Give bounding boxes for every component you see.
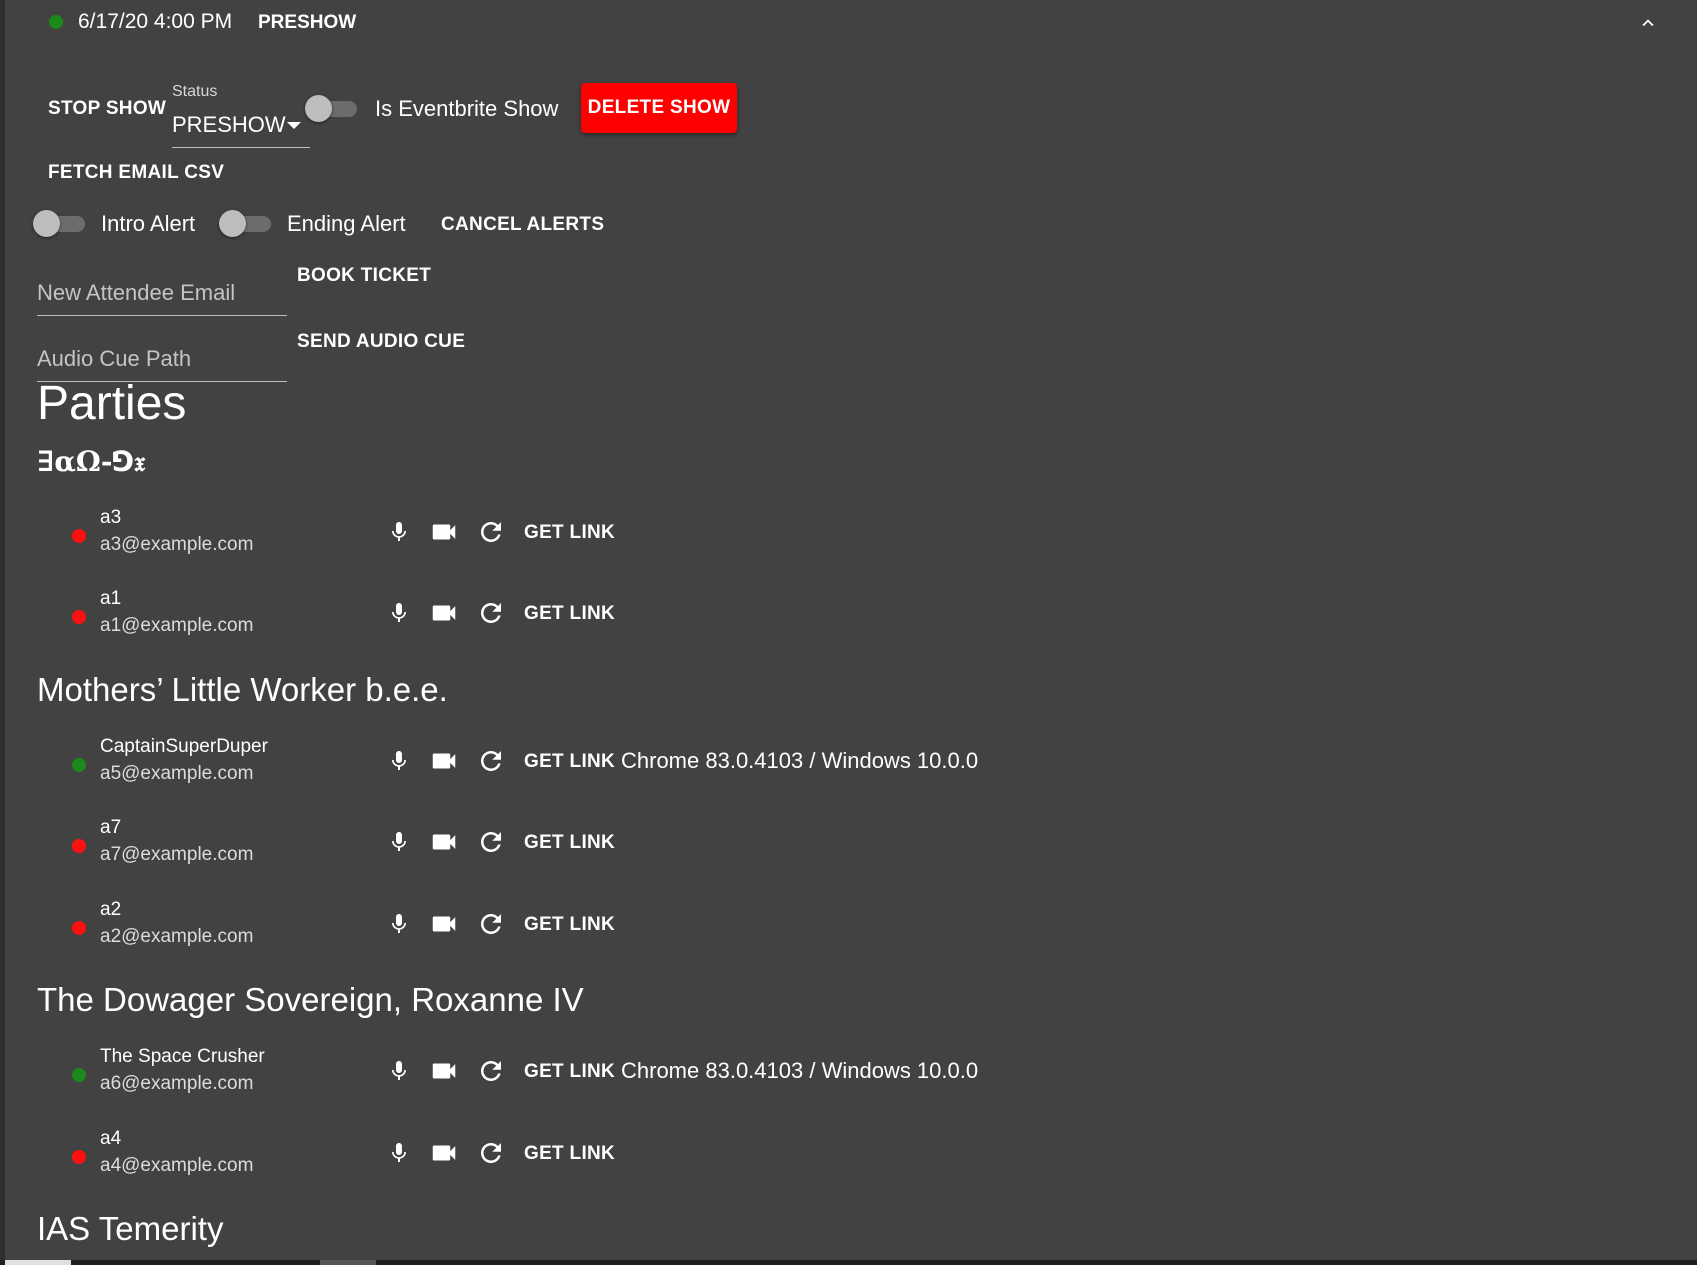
microphone-icon[interactable] (382, 907, 416, 941)
get-link-button[interactable]: GET LINK (524, 1061, 615, 1083)
offline-status-icon (72, 839, 86, 853)
video-camera-icon[interactable] (427, 907, 461, 941)
refresh-icon[interactable] (474, 1054, 508, 1088)
video-camera-icon[interactable] (427, 825, 461, 859)
video-camera-icon[interactable] (427, 515, 461, 549)
chevron-up-icon[interactable] (1633, 8, 1663, 38)
video-camera-icon[interactable] (427, 1136, 461, 1170)
get-link-button[interactable]: GET LINK (524, 603, 615, 625)
send-audio-cue-button[interactable]: SEND AUDIO CUE (297, 331, 465, 353)
dropdown-arrow-icon (287, 122, 301, 129)
microphone-icon[interactable] (382, 1136, 416, 1170)
parties-heading: Parties (37, 377, 187, 430)
horizontal-scrollbar[interactable] (0, 1260, 1697, 1265)
refresh-icon[interactable] (474, 744, 508, 778)
attendee-name: The Space Crusher (100, 1046, 265, 1067)
refresh-icon[interactable] (474, 825, 508, 859)
video-camera-icon[interactable] (427, 596, 461, 630)
microphone-icon[interactable] (382, 596, 416, 630)
audio-cue-path-input[interactable] (37, 337, 287, 382)
get-link-button[interactable]: GET LINK (524, 751, 615, 773)
status-select-value: PRESHOW (172, 112, 286, 137)
refresh-icon[interactable] (474, 1136, 508, 1170)
get-link-button[interactable]: GET LINK (524, 832, 615, 854)
party-name: IAS Temerity (37, 1210, 224, 1247)
attendee-name: a3 (100, 507, 122, 528)
ending-alert-toggle[interactable] (219, 209, 271, 237)
video-camera-icon[interactable] (427, 744, 461, 778)
ending-alert-toggle-knob (219, 210, 246, 237)
scrollbar-segment (320, 1260, 376, 1265)
offline-status-icon (72, 921, 86, 935)
get-link-button[interactable]: GET LINK (524, 522, 615, 544)
attendee-email: a3@example.com (100, 534, 254, 555)
microphone-icon[interactable] (382, 825, 416, 859)
offline-status-icon (72, 529, 86, 543)
attendee-row: CaptainSuperDuper a5@example.com GET LINK C… (0, 734, 1400, 796)
attendee-browser-info: Chrome 83.0.4103 / Windows 10.0.0 (621, 1058, 979, 1083)
offline-status-icon (72, 1150, 86, 1164)
fetch-email-csv-button[interactable]: FETCH EMAIL CSV (48, 162, 224, 184)
scrollbar-thumb[interactable] (5, 1260, 71, 1265)
microphone-icon[interactable] (382, 744, 416, 778)
show-status-text: PRESHOW (258, 12, 357, 33)
attendee-email: a7@example.com (100, 844, 254, 865)
online-status-icon (72, 758, 86, 772)
show-datetime: 6/17/20 4:00 PM (78, 10, 233, 33)
attendee-email: a1@example.com (100, 615, 254, 636)
microphone-icon[interactable] (382, 1054, 416, 1088)
cancel-alerts-button[interactable]: CANCEL ALERTS (441, 214, 604, 236)
intro-alert-label: Intro Alert (101, 211, 196, 236)
attendee-email: a4@example.com (100, 1155, 254, 1176)
get-link-button[interactable]: GET LINK (524, 1143, 615, 1165)
party-name: The Dowager Sovereign, Roxanne IV (37, 981, 584, 1018)
attendee-browser-info: Chrome 83.0.4103 / Windows 10.0.0 (621, 748, 979, 773)
attendee-email: a6@example.com (100, 1073, 254, 1094)
attendee-row: a4 a4@example.com GET LINK (0, 1126, 1400, 1188)
attendee-name: CaptainSuperDuper (100, 736, 268, 757)
party-name: Mothers’ Little Worker b.e.e. (37, 671, 448, 708)
video-camera-icon[interactable] (427, 1054, 461, 1088)
attendee-name: a1 (100, 588, 122, 609)
eventbrite-toggle[interactable] (305, 94, 357, 122)
delete-show-button[interactable]: DELETE SHOW (581, 83, 737, 133)
show-panel: 6/17/20 4:00 PM PRESHOW STOP SHOW Status… (0, 0, 1697, 1265)
attendee-email: a2@example.com (100, 926, 254, 947)
attendee-row: a1 a1@example.com GET LINK (0, 586, 1400, 648)
status-select[interactable]: Status PRESHOW (172, 80, 310, 148)
online-status-icon (72, 1068, 86, 1082)
attendee-row: The Space Crusher a6@example.com GET LINK C… (0, 1044, 1400, 1106)
status-select-label: Status (172, 83, 218, 100)
intro-alert-toggle-knob (33, 210, 60, 237)
intro-alert-toggle[interactable] (33, 209, 85, 237)
stop-show-button[interactable]: STOP SHOW (48, 98, 166, 120)
attendee-name: a4 (100, 1128, 122, 1149)
refresh-icon[interactable] (474, 596, 508, 630)
eventbrite-toggle-label: Is Eventbrite Show (375, 96, 559, 121)
attendee-row: a2 a2@example.com GET LINK (0, 897, 1400, 959)
attendee-name: a7 (100, 817, 122, 838)
attendee-row: a3 a3@example.com GET LINK (0, 505, 1400, 567)
party-name: ∃αΩ-⅁𝔵 (37, 445, 146, 478)
refresh-icon[interactable] (474, 515, 508, 549)
offline-status-icon (72, 610, 86, 624)
attendee-row: a7 a7@example.com GET LINK (0, 815, 1400, 877)
refresh-icon[interactable] (474, 907, 508, 941)
attendee-name: a2 (100, 899, 122, 920)
get-link-button[interactable]: GET LINK (524, 914, 615, 936)
new-attendee-email-input[interactable] (37, 271, 287, 316)
microphone-icon[interactable] (382, 515, 416, 549)
show-header[interactable]: 6/17/20 4:00 PM PRESHOW (5, 0, 1697, 44)
ending-alert-label: Ending Alert (287, 211, 406, 236)
show-status-dot-icon (49, 15, 63, 29)
book-ticket-button[interactable]: BOOK TICKET (297, 265, 431, 287)
attendee-email: a5@example.com (100, 763, 254, 784)
eventbrite-toggle-knob (305, 95, 332, 122)
